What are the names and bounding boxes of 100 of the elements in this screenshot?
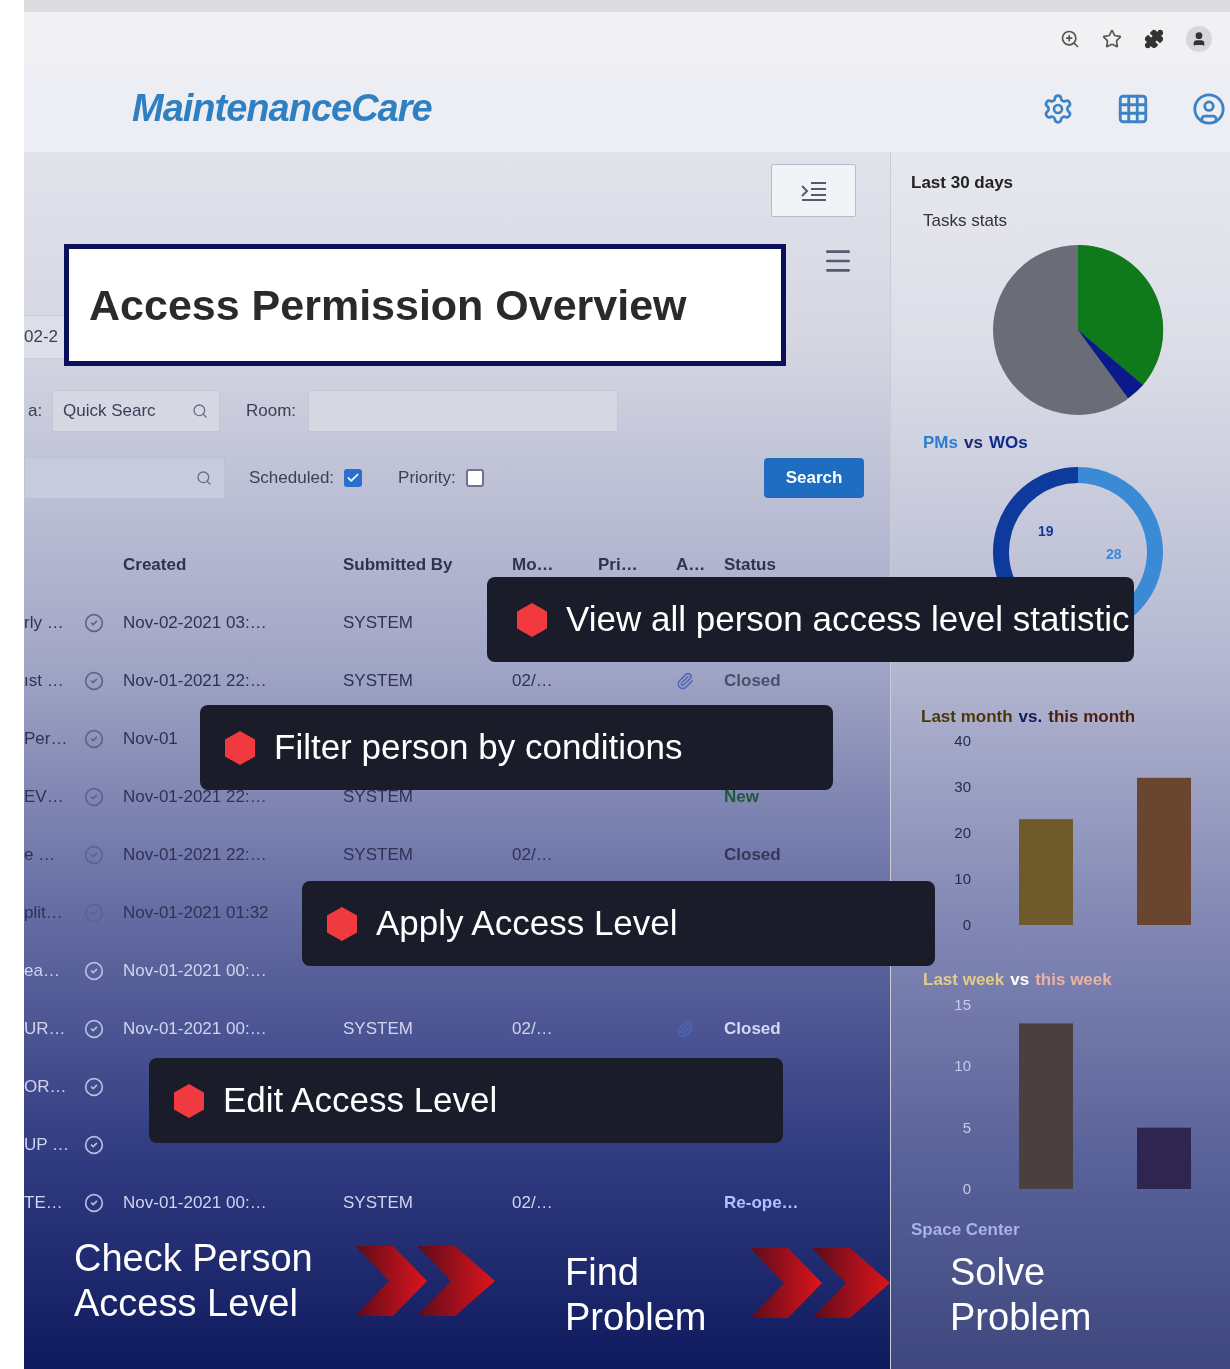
quick-search-field[interactable]: Quick Searc — [52, 390, 220, 432]
column-header[interactable]: A… — [676, 552, 724, 578]
search-button[interactable]: Search — [764, 458, 864, 498]
legend-label: Last week — [923, 969, 1005, 991]
table-cell-text: EV… — [24, 786, 65, 809]
axis-tick-label: 10 — [954, 870, 971, 887]
status-text: Closed — [724, 845, 781, 865]
table-cell: 02/… — [512, 671, 553, 691]
legend-label: WOs — [988, 432, 1028, 454]
column-header[interactable]: Submitted By — [343, 552, 512, 578]
chart-title: Tasks stats — [922, 209, 1009, 232]
axis-tick-label: 0 — [962, 916, 971, 933]
axis-tick-label: 5 — [962, 1118, 971, 1136]
star-icon[interactable] — [1102, 28, 1122, 49]
check-circle-icon[interactable] — [84, 1135, 104, 1155]
search-icon — [192, 403, 208, 419]
table-cell-text: TE… — [24, 1192, 64, 1215]
puzzle-icon[interactable] — [1144, 28, 1164, 49]
callout: Apply Access Level — [302, 881, 935, 966]
check-circle-icon[interactable] — [84, 613, 104, 633]
table-cell-text: rly … — [24, 612, 65, 635]
check-circle-icon[interactable] — [84, 671, 104, 691]
field-label: Room: — [246, 400, 297, 423]
table-cell-text: ıst … — [24, 670, 65, 693]
table-cell-text: Per… — [24, 728, 69, 751]
status-text: New — [724, 787, 759, 807]
check-circle-icon[interactable] — [84, 961, 104, 981]
step-label: Find Problem — [565, 1250, 708, 1340]
double-chevron-icon — [355, 1246, 495, 1316]
table-cell: Nov-01-2021 00:… — [123, 1019, 267, 1039]
step-label: Solve Problem — [950, 1250, 1093, 1340]
table-cell: 02/… — [512, 1019, 553, 1039]
logo[interactable]: MaintenanceCare — [132, 80, 432, 137]
table-cell: Nov-01-2021 22:… — [123, 787, 267, 807]
legend-label: PMs — [923, 432, 958, 454]
axis-tick-label: 40 — [954, 732, 971, 749]
legend-label: this week — [1035, 969, 1112, 991]
axis-tick-label: 30 — [954, 778, 971, 795]
axis-tick-label: 15 — [954, 995, 971, 1013]
legend-label: this month — [1048, 705, 1136, 728]
sidebar-heading: Last 30 days — [910, 172, 1015, 194]
table-cell: Nov-01-2021 00:… — [123, 961, 267, 981]
profile-icon[interactable] — [1186, 25, 1212, 52]
table-cell: SYSTEM — [343, 787, 413, 807]
callout: Filter person by conditions — [200, 705, 833, 790]
check-icon — [346, 471, 361, 485]
column-header[interactable]: Created — [123, 552, 343, 578]
search-field[interactable] — [24, 457, 225, 499]
hexagon-icon — [222, 729, 258, 766]
table-cell-text: UP … — [24, 1134, 71, 1157]
callout: Edit Access Level — [149, 1058, 783, 1143]
check-circle-icon[interactable] — [84, 1019, 104, 1039]
step-label: Check Person Access Level — [74, 1236, 314, 1326]
axis-tick-label: 10 — [954, 1056, 971, 1074]
hexagon-icon — [324, 905, 360, 942]
table-cell: Nov-01-2021 22:… — [123, 671, 267, 691]
table-cell-text: OR… — [24, 1076, 68, 1099]
column-header[interactable]: Mo… — [512, 552, 598, 578]
title-banner: Access Permission Overview — [64, 244, 786, 366]
double-chevron-icon — [750, 1248, 890, 1318]
search-icon — [196, 470, 212, 486]
axis-tick-label: 20 — [954, 824, 971, 841]
table-cell-text: e … — [24, 844, 57, 867]
legend-joiner: vs. — [1018, 705, 1043, 728]
hexagon-icon — [514, 601, 550, 638]
legend-joiner: vs — [963, 432, 983, 454]
table-cell: SYSTEM — [343, 671, 413, 691]
zoom-icon[interactable] — [1060, 28, 1080, 49]
column-header[interactable]: Pri… — [598, 552, 676, 578]
settings-icon[interactable] — [1042, 92, 1074, 125]
column-header[interactable]: Status — [724, 552, 890, 578]
table-cell: SYSTEM — [343, 1193, 413, 1213]
table-cell: Nov-01-2021 00:… — [123, 1193, 267, 1213]
user-icon[interactable] — [1192, 91, 1226, 126]
status-text: Re-ope… — [724, 1193, 799, 1213]
status-text: Closed — [724, 1019, 781, 1039]
table-cell: SYSTEM — [343, 613, 413, 633]
check-circle-icon[interactable] — [84, 1193, 104, 1213]
checkbox-label: Scheduled: — [249, 467, 335, 490]
hexagon-icon — [171, 1082, 207, 1119]
check-circle-icon[interactable] — [84, 729, 104, 749]
table-cell: 02/… — [512, 845, 553, 865]
table-cell: Nov-02-2021 03:… — [123, 613, 267, 633]
table-cell: SYSTEM — [343, 845, 413, 865]
check-circle-icon[interactable] — [84, 845, 104, 865]
legend-joiner: vs — [1010, 969, 1030, 991]
checkbox[interactable] — [344, 469, 363, 487]
table-cell: SYSTEM — [343, 1019, 413, 1039]
check-circle-icon[interactable] — [84, 1077, 104, 1097]
checkbox[interactable] — [465, 469, 484, 487]
field-label: a: — [27, 400, 44, 423]
checkbox-label: Priority: — [398, 467, 456, 490]
check-circle-icon[interactable] — [84, 787, 104, 807]
status-text: Closed — [724, 671, 781, 691]
legend-label: Last month — [921, 705, 1013, 728]
date-field[interactable]: 02-2 — [24, 315, 64, 359]
indent-button[interactable] — [771, 164, 856, 217]
indent-icon — [799, 179, 828, 202]
donut-value-label: 19 — [1038, 522, 1054, 539]
table-cell: 02/… — [512, 1193, 553, 1213]
